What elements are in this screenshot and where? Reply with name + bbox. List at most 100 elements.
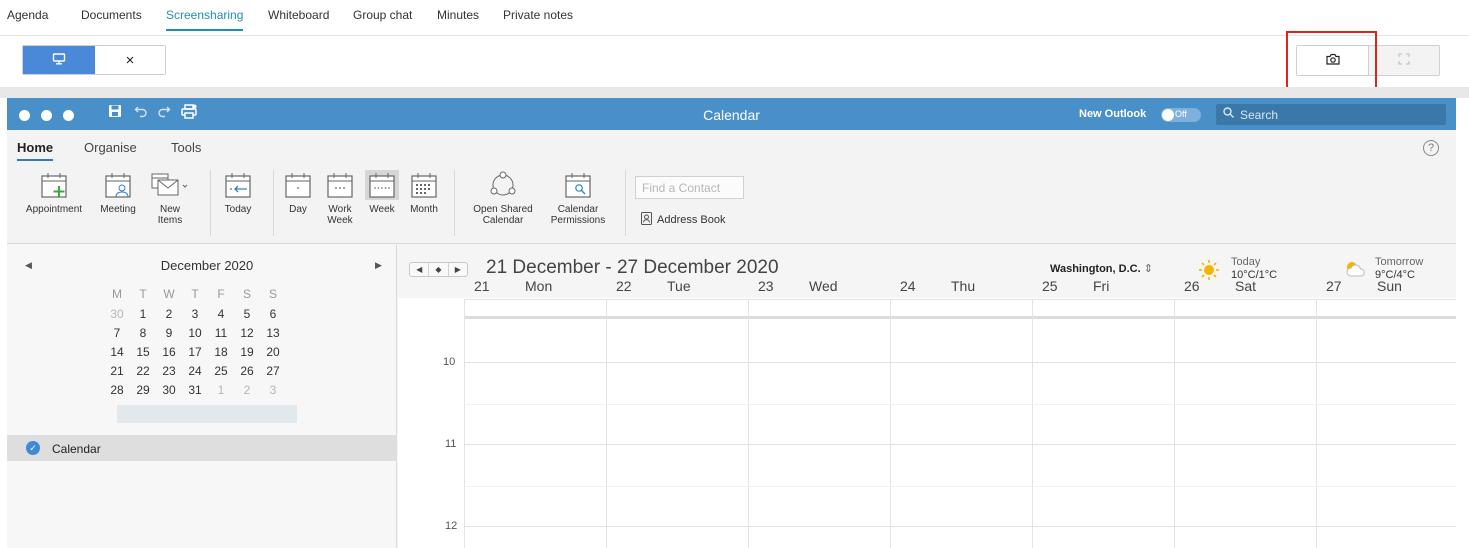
mini-calendar-day[interactable]: 23 [160, 364, 178, 378]
mini-calendar-selected-week [117, 405, 297, 423]
mini-calendar-day[interactable]: 19 [238, 345, 256, 359]
week-view-button[interactable]: Week [363, 170, 401, 215]
mini-calendar-day[interactable]: 29 [134, 383, 152, 397]
day-column-divider [1032, 299, 1033, 548]
toggle-knob [1162, 109, 1174, 121]
previous-week-button[interactable]: ◀ [410, 263, 430, 276]
screenshot-button[interactable] [1297, 46, 1368, 75]
mini-calendar-day[interactable]: 24 [186, 364, 204, 378]
mini-calendar-day[interactable]: 11 [212, 326, 230, 340]
mini-calendar-day[interactable]: 27 [264, 364, 282, 378]
day-view-button[interactable]: Day [281, 170, 315, 215]
mini-calendar-day[interactable]: 3 [264, 383, 282, 397]
find-contact-input[interactable] [635, 176, 744, 199]
tab-whiteboard[interactable]: Whiteboard [268, 8, 329, 29]
tab-documents[interactable]: Documents [81, 8, 142, 29]
mini-calendar-day[interactable]: 1 [212, 383, 230, 397]
new-items-button[interactable]: New Items [147, 170, 193, 226]
mini-calendar-day[interactable]: 18 [212, 345, 230, 359]
mini-calendar-day[interactable]: 10 [186, 326, 204, 340]
mini-calendar-day[interactable]: 22 [134, 364, 152, 378]
open-shared-label-1: Open Shared [473, 204, 533, 215]
mini-calendar-day[interactable]: 8 [134, 326, 152, 340]
mini-calendar-day[interactable]: 4 [212, 307, 230, 321]
weather-location[interactable]: Washington, D.C. ⇕ [1050, 262, 1153, 275]
mini-calendar-day[interactable]: 6 [264, 307, 282, 321]
checkmark-icon[interactable]: ✓ [26, 441, 40, 455]
calendar-permissions-button[interactable]: Calendar Permissions [543, 170, 613, 226]
day-header-name[interactable]: Thu [951, 278, 975, 294]
day-header-name[interactable]: Fri [1093, 278, 1109, 294]
tab-group-chat[interactable]: Group chat [353, 8, 412, 29]
monitor-icon [52, 52, 66, 68]
mini-calendar-day[interactable]: 20 [264, 345, 282, 359]
day-header-name[interactable]: Wed [809, 278, 838, 294]
day-header-number[interactable]: 24 [900, 278, 916, 294]
day-header-number[interactable]: 25 [1042, 278, 1058, 294]
fullscreen-button[interactable] [1368, 46, 1439, 75]
mini-calendar-day[interactable]: 13 [264, 326, 282, 340]
today-button[interactable]: Today [218, 170, 258, 215]
open-shared-calendar-button[interactable]: Open Shared Calendar [464, 170, 542, 226]
all-day-row[interactable] [464, 299, 1456, 319]
mini-calendar-day[interactable]: 31 [186, 383, 204, 397]
stop-sharing-button[interactable]: × [95, 46, 165, 74]
ribbon-tab-tools[interactable]: Tools [171, 140, 201, 155]
address-book-button[interactable]: Address Book [641, 212, 725, 228]
mini-calendar-day[interactable]: 17 [186, 345, 204, 359]
meeting-button[interactable]: Meeting [93, 170, 143, 215]
mini-calendar-day[interactable]: 5 [238, 307, 256, 321]
day-header-name[interactable]: Sun [1377, 278, 1402, 294]
day-header-number[interactable]: 23 [758, 278, 774, 294]
mini-calendar-day[interactable]: 14 [108, 345, 126, 359]
mini-calendar-day[interactable]: 30 [108, 307, 126, 321]
day-header-name[interactable]: Mon [525, 278, 552, 294]
tab-minutes[interactable]: Minutes [437, 8, 479, 29]
mini-calendar-day[interactable]: 16 [160, 345, 178, 359]
work-week-label-2: Week [327, 215, 353, 226]
share-screen-button[interactable] [23, 46, 95, 74]
mini-calendar-title: December 2020 [160, 258, 254, 273]
help-icon[interactable]: ? [1423, 140, 1439, 156]
day-header-number[interactable]: 22 [616, 278, 632, 294]
appointment-button[interactable]: Appointment [19, 170, 89, 215]
tab-screensharing[interactable]: Screensharing [166, 8, 244, 31]
day-header-number[interactable]: 21 [474, 278, 490, 294]
permissions-label-2: Permissions [550, 215, 606, 226]
mini-calendar-next-button[interactable]: ▶ [375, 260, 382, 271]
day-header-name[interactable]: Sat [1235, 278, 1256, 294]
mini-calendar-day[interactable]: 25 [212, 364, 230, 378]
month-view-button[interactable]: Month [405, 170, 443, 215]
mini-calendar-day[interactable]: 9 [160, 326, 178, 340]
new-outlook-toggle[interactable]: Off [1161, 108, 1201, 122]
mini-calendar-day[interactable]: 30 [160, 383, 178, 397]
ribbon-separator [454, 170, 455, 236]
go-to-today-button[interactable]: ◆ [429, 263, 449, 276]
day-column-divider [1174, 299, 1175, 548]
day-header-name[interactable]: Tue [667, 278, 691, 294]
calendar-list-item[interactable]: ✓ Calendar [7, 435, 397, 461]
mini-calendar-day[interactable]: 1 [134, 307, 152, 321]
today-label: Today [224, 204, 252, 215]
navigation-pane: ◀ December 2020 ▶ M T W T F S S 30 1 2 3 4 5 6 7 8 9 10 11… [7, 245, 397, 548]
mini-calendar-day[interactable]: 26 [238, 364, 256, 378]
mini-calendar-day[interactable]: 15 [134, 345, 152, 359]
next-week-button[interactable]: ▶ [449, 263, 467, 276]
ribbon-tab-home[interactable]: Home [17, 140, 54, 161]
mini-calendar-day[interactable]: 28 [108, 383, 126, 397]
mini-calendar-day[interactable]: 7 [108, 326, 126, 340]
mini-calendar-day[interactable]: 12 [238, 326, 256, 340]
search-input[interactable] [1240, 107, 1440, 122]
tab-agenda[interactable]: Agenda [7, 8, 48, 29]
day-header-number[interactable]: 26 [1184, 278, 1200, 294]
mini-calendar-day[interactable]: 2 [238, 383, 256, 397]
shared-screen: Calendar New Outlook Off Home Organise T… [7, 98, 1456, 548]
mini-calendar-day[interactable]: 21 [108, 364, 126, 378]
tab-private-notes[interactable]: Private notes [503, 8, 573, 29]
mini-calendar-day[interactable]: 3 [186, 307, 204, 321]
work-week-view-button[interactable]: Work Week [321, 170, 359, 226]
ribbon-tab-organise[interactable]: Organise [84, 140, 137, 155]
mini-calendar-day[interactable]: 2 [160, 307, 178, 321]
search-icon [1223, 106, 1234, 121]
day-header-number[interactable]: 27 [1326, 278, 1342, 294]
